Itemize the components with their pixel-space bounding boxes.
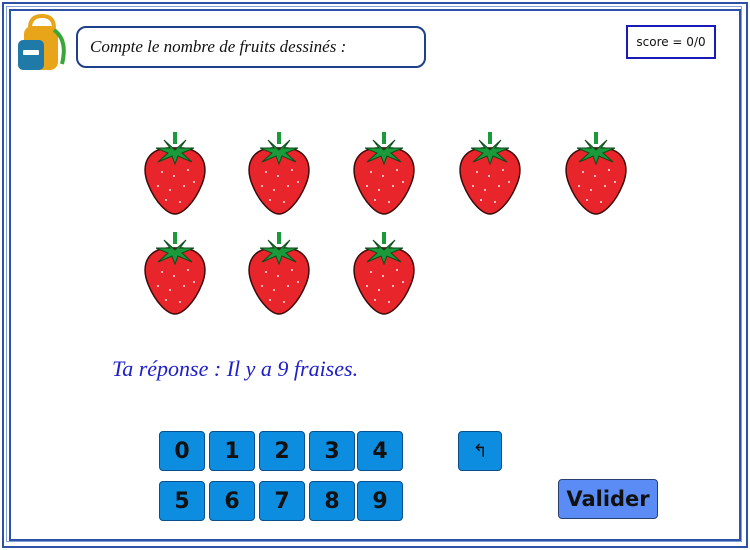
validate-button[interactable]: Valider: [558, 479, 658, 519]
backspace-icon: ↰: [472, 440, 488, 462]
digit-5-button[interactable]: 5: [159, 481, 205, 521]
digit-0-button[interactable]: 0: [159, 431, 205, 471]
digit-4-button[interactable]: 4: [357, 431, 403, 471]
backspace-button[interactable]: ↰: [458, 431, 502, 471]
strawberry-image: [459, 131, 521, 215]
instruction-text: Compte le nombre de fruits dessinés :: [90, 37, 347, 56]
strawberry-image: [353, 231, 415, 315]
digit-8-button[interactable]: 8: [309, 481, 355, 521]
strawberry-image: [353, 131, 415, 215]
strawberry-image: [565, 131, 627, 215]
digit-7-button[interactable]: 7: [259, 481, 305, 521]
digit-3-button[interactable]: 3: [309, 431, 355, 471]
answer-text: Ta réponse : Il y a 9 fraises.: [112, 356, 359, 381]
instruction-box: Compte le nombre de fruits dessinés :: [76, 26, 426, 68]
strawberry-image: [144, 131, 206, 215]
digit-9-button[interactable]: 9: [357, 481, 403, 521]
strawberry-image: [248, 231, 310, 315]
digit-1-button[interactable]: 1: [209, 431, 255, 471]
strawberry-image: [248, 131, 310, 215]
strawberry-image: [144, 231, 206, 315]
score-display: score = 0/0: [626, 25, 716, 59]
schoolbag-icon: [18, 14, 66, 70]
digit-6-button[interactable]: 6: [209, 481, 255, 521]
digit-2-button[interactable]: 2: [259, 431, 305, 471]
